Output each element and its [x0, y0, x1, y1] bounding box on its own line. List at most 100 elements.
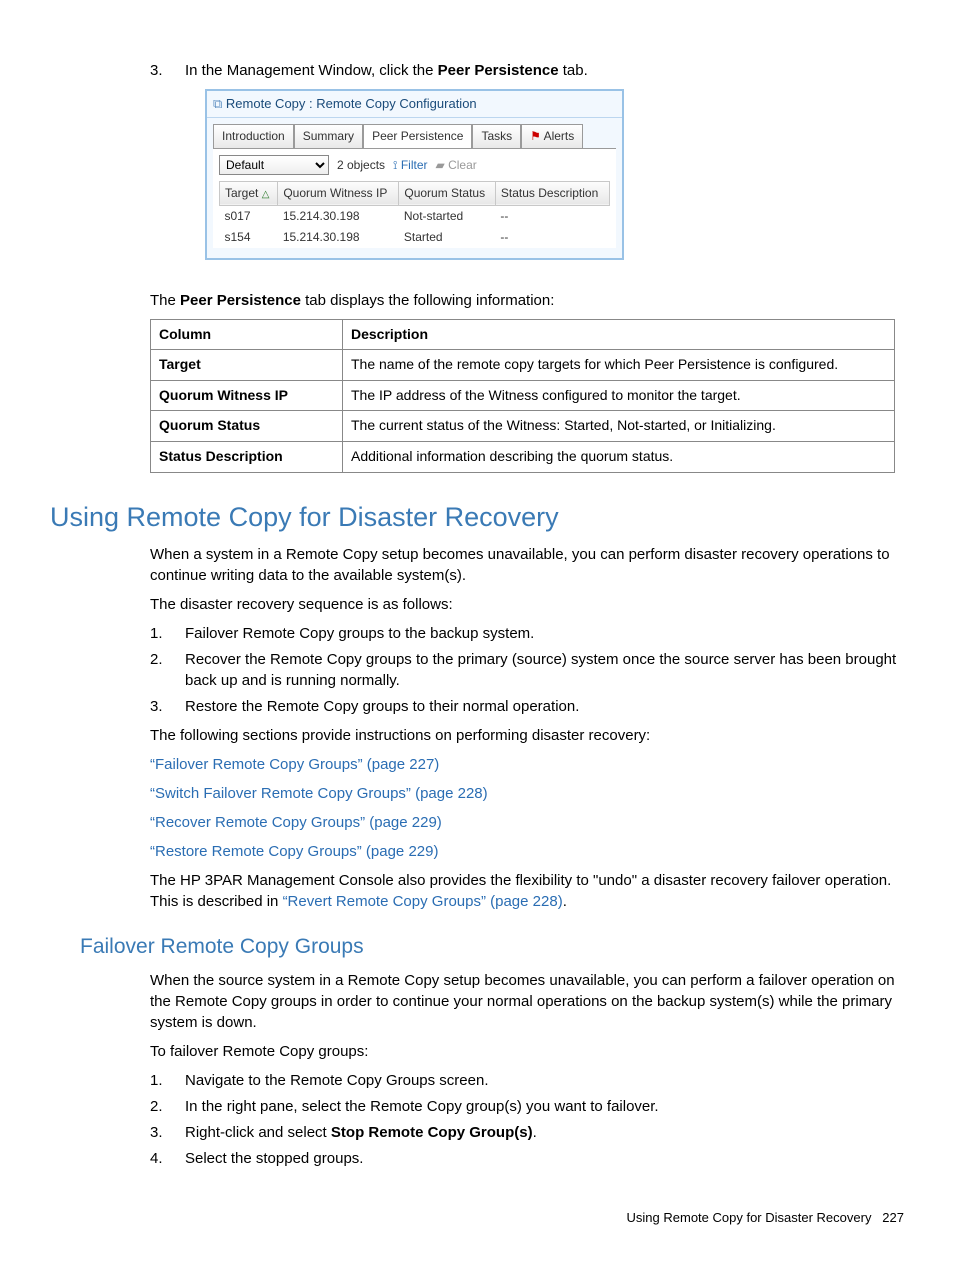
list-item: 2.Recover the Remote Copy groups to the … — [150, 649, 904, 691]
text: Navigate to the Remote Copy Groups scree… — [185, 1070, 904, 1091]
page-number: 227 — [882, 1210, 904, 1225]
link-revert[interactable]: “Revert Remote Copy Groups” (page 228) — [283, 893, 563, 910]
cell: s154 — [220, 227, 278, 248]
cell: Quorum Status — [151, 411, 343, 442]
filter-label: Filter — [401, 158, 428, 172]
link-failover[interactable]: “Failover Remote Copy Groups” (page 227) — [150, 756, 439, 773]
section-heading: Using Remote Copy for Disaster Recovery — [50, 499, 904, 537]
col-qstatus[interactable]: Quorum Status — [399, 181, 496, 205]
col-qwip[interactable]: Quorum Witness IP — [278, 181, 399, 205]
window-title: Remote Copy : Remote Copy Configuration — [226, 96, 477, 111]
tab-label: Alerts — [544, 129, 575, 143]
num: 3. — [150, 696, 185, 717]
text: Right-click and select Stop Remote Copy … — [185, 1122, 904, 1143]
table-row[interactable]: s017 15.214.30.198 Not-started -- — [220, 205, 610, 226]
text: Right-click and select — [185, 1124, 331, 1141]
paragraph: The Peer Persistence tab displays the fo… — [150, 290, 904, 311]
filter-link[interactable]: ⟟ Filter — [393, 157, 427, 174]
text: The — [150, 292, 180, 309]
cell: 15.214.30.198 — [278, 227, 399, 248]
link-recover[interactable]: “Recover Remote Copy Groups” (page 229) — [150, 814, 442, 831]
cell: 15.214.30.198 — [278, 205, 399, 226]
paragraph: When the source system in a Remote Copy … — [150, 970, 904, 1033]
header-column: Column — [151, 319, 343, 350]
paragraph: The HP 3PAR Management Console also prov… — [150, 870, 904, 912]
list-item: 3.Restore the Remote Copy groups to thei… — [150, 696, 904, 717]
bold-text: Peer Persistence — [438, 62, 559, 79]
paragraph: When a system in a Remote Copy setup bec… — [150, 544, 904, 586]
sort-icon: △ — [262, 189, 270, 200]
tab-summary[interactable]: Summary — [294, 124, 363, 148]
text: . — [563, 893, 567, 910]
step-text: In the Management Window, click the Peer… — [185, 60, 904, 81]
filter-icon: ⟟ — [393, 158, 397, 172]
link-switch-failover[interactable]: “Switch Failover Remote Copy Groups” (pa… — [150, 785, 488, 802]
table-row: Status DescriptionAdditional information… — [151, 441, 895, 472]
cell: The name of the remote copy targets for … — [343, 350, 895, 381]
text: Restore the Remote Copy groups to their … — [185, 696, 904, 717]
view-select[interactable]: Default — [219, 155, 329, 175]
tab-introduction[interactable]: Introduction — [213, 124, 294, 148]
page-footer: Using Remote Copy for Disaster Recovery … — [50, 1209, 904, 1227]
num: 2. — [150, 1096, 185, 1117]
paragraph: To failover Remote Copy groups: — [150, 1041, 904, 1062]
text: In the Management Window, click the — [185, 62, 438, 79]
toolbar: Default 2 objects ⟟ Filter ▰ Clear — [213, 149, 616, 181]
link-para: “Recover Remote Copy Groups” (page 229) — [150, 812, 904, 833]
cell: The current status of the Witness: Start… — [343, 411, 895, 442]
list-item: 2.In the right pane, select the Remote C… — [150, 1096, 904, 1117]
clear-label: Clear — [448, 158, 477, 172]
num: 2. — [150, 649, 185, 691]
description-table: Column Description TargetThe name of the… — [150, 319, 895, 473]
tab-peer-persistence[interactable]: Peer Persistence — [363, 124, 472, 148]
num: 1. — [150, 623, 185, 644]
cell: -- — [495, 205, 609, 226]
table-row: TargetThe name of the remote copy target… — [151, 350, 895, 381]
header-description: Description — [343, 319, 895, 350]
object-count: 2 objects — [337, 157, 385, 174]
footer-text: Using Remote Copy for Disaster Recovery — [627, 1210, 872, 1225]
list-item: 1.Failover Remote Copy groups to the bac… — [150, 623, 904, 644]
text: . — [533, 1124, 537, 1141]
eraser-icon: ▰ — [436, 158, 445, 172]
text: Recover the Remote Copy groups to the pr… — [185, 649, 904, 691]
tree-icon: ⧉ — [213, 96, 222, 111]
alert-icon: ⚑ — [530, 129, 541, 143]
paragraph: The disaster recovery sequence is as fol… — [150, 594, 904, 615]
text: Select the stopped groups. — [185, 1148, 904, 1169]
link-para: “Failover Remote Copy Groups” (page 227) — [150, 754, 904, 775]
paragraph: The following sections provide instructi… — [150, 725, 904, 746]
cell: The IP address of the Witness configured… — [343, 380, 895, 411]
text: In the right pane, select the Remote Cop… — [185, 1096, 904, 1117]
cell: Status Description — [151, 441, 343, 472]
step-3: 3. In the Management Window, click the P… — [150, 60, 904, 81]
screenshot-panel: ⧉ Remote Copy : Remote Copy Configuratio… — [205, 89, 624, 260]
num: 3. — [150, 1122, 185, 1143]
header-text: Target — [225, 186, 258, 200]
step-number: 3. — [150, 60, 185, 81]
table-row[interactable]: s154 15.214.30.198 Started -- — [220, 227, 610, 248]
table-row: Quorum Witness IPThe IP address of the W… — [151, 380, 895, 411]
tab-bar: Introduction Summary Peer Persistence Ta… — [207, 118, 622, 148]
text: Failover Remote Copy groups to the backu… — [185, 623, 904, 644]
tab-tasks[interactable]: Tasks — [472, 124, 521, 148]
num: 1. — [150, 1070, 185, 1091]
tab-panel: Default 2 objects ⟟ Filter ▰ Clear Targe… — [213, 148, 616, 248]
subsection-heading: Failover Remote Copy Groups — [80, 932, 904, 961]
table-row: Quorum StatusThe current status of the W… — [151, 411, 895, 442]
link-restore[interactable]: “Restore Remote Copy Groups” (page 229) — [150, 843, 438, 860]
cell: Started — [399, 227, 496, 248]
cell: s017 — [220, 205, 278, 226]
window-titlebar: ⧉ Remote Copy : Remote Copy Configuratio… — [207, 91, 622, 118]
clear-link[interactable]: ▰ Clear — [436, 157, 477, 174]
text: tab. — [559, 62, 588, 79]
cell: Quorum Witness IP — [151, 380, 343, 411]
bold-text: Stop Remote Copy Group(s) — [331, 1124, 533, 1141]
col-sdesc[interactable]: Status Description — [495, 181, 609, 205]
col-target[interactable]: Target △ — [220, 181, 278, 205]
text: tab displays the following information: — [301, 292, 554, 309]
cell: -- — [495, 227, 609, 248]
list-item: 4.Select the stopped groups. — [150, 1148, 904, 1169]
tab-alerts[interactable]: ⚑ Alerts — [521, 124, 583, 148]
link-para: “Switch Failover Remote Copy Groups” (pa… — [150, 783, 904, 804]
